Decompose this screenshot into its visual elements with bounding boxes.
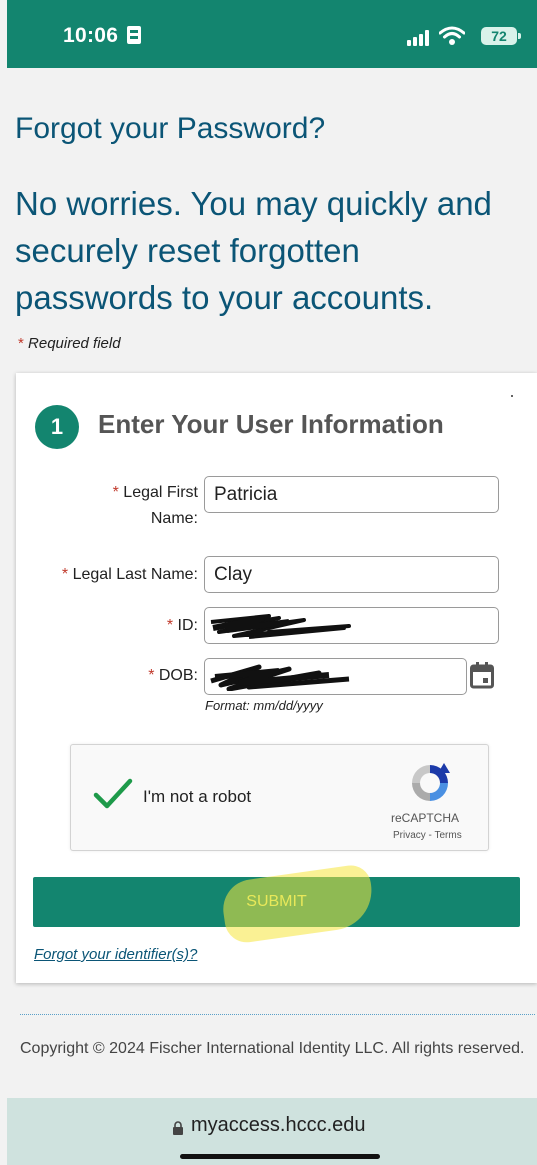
- last-name-label-text: Legal Last Name:: [72, 566, 198, 583]
- submit-label: SUBMIT: [246, 893, 307, 910]
- wifi-icon: [439, 26, 465, 45]
- recaptcha-privacy-terms-link[interactable]: Privacy - Terms: [393, 830, 462, 841]
- required-star: *: [18, 335, 24, 352]
- recaptcha-logo-icon: [412, 763, 450, 801]
- card-dot: [511, 395, 513, 397]
- last-name-input[interactable]: Clay: [204, 556, 499, 593]
- url-text: myaccess.hccc.edu: [191, 1114, 366, 1136]
- required-field-note: * Required field: [18, 335, 121, 352]
- copyright-text: Copyright © 2024 Fischer International I…: [20, 1040, 525, 1057]
- footer-divider: [20, 1014, 535, 1015]
- page-subtitle: No worries. You may quickly and securely…: [15, 185, 492, 316]
- status-bar: 10:06 72: [7, 0, 537, 68]
- page-title: Forgot your Password?: [15, 112, 326, 145]
- recaptcha-brand: reCAPTCHA: [391, 811, 460, 825]
- id-label-text: ID:: [177, 617, 198, 634]
- dob-input[interactable]: [204, 658, 467, 695]
- calendar-icon[interactable]: [470, 661, 494, 689]
- step-title: Enter Your User Information: [98, 409, 444, 439]
- checkmark-icon[interactable]: [93, 777, 133, 811]
- last-name-label: * Legal Last Name:: [26, 562, 198, 588]
- lock-icon: [173, 1121, 183, 1135]
- required-star: *: [61, 566, 69, 583]
- dob-label: * DOB:: [96, 663, 198, 689]
- redaction-scribble: [210, 614, 351, 639]
- first-name-input[interactable]: Patricia: [204, 476, 499, 513]
- required-star: *: [166, 617, 174, 634]
- dob-format-hint: Format: mm/dd/yyyy: [205, 698, 323, 713]
- home-indicator[interactable]: [180, 1154, 380, 1159]
- dob-label-text: DOB:: [158, 667, 198, 684]
- id-input[interactable]: [204, 607, 499, 644]
- status-time: 10:06: [63, 24, 119, 47]
- submit-button[interactable]: SUBMIT: [33, 862, 520, 946]
- required-star: *: [112, 484, 119, 501]
- captcha-label: I'm not a robot: [143, 787, 252, 806]
- browser-url-bar[interactable]: myaccess.hccc.edu: [7, 1098, 537, 1165]
- user-info-card: 1 Enter Your User Information * Legal Fi…: [16, 373, 537, 983]
- required-note-text: Required field: [28, 335, 121, 352]
- battery-icon: 72: [481, 27, 521, 45]
- id-label: * ID:: [96, 613, 198, 639]
- recaptcha-widget: I'm not a robot reCAPTCHA Privacy - Term…: [70, 744, 489, 851]
- redaction-scribble: [210, 664, 350, 691]
- signal-icon: [407, 30, 433, 46]
- step-number-badge: 1: [35, 405, 79, 449]
- required-star: *: [148, 667, 155, 684]
- first-name-label: * Legal First Name:: [76, 480, 198, 532]
- forgot-identifier-link[interactable]: Forgot your identifier(s)?: [34, 946, 197, 963]
- sim-icon: [127, 26, 141, 44]
- first-name-label-text: Legal First Name:: [123, 484, 198, 527]
